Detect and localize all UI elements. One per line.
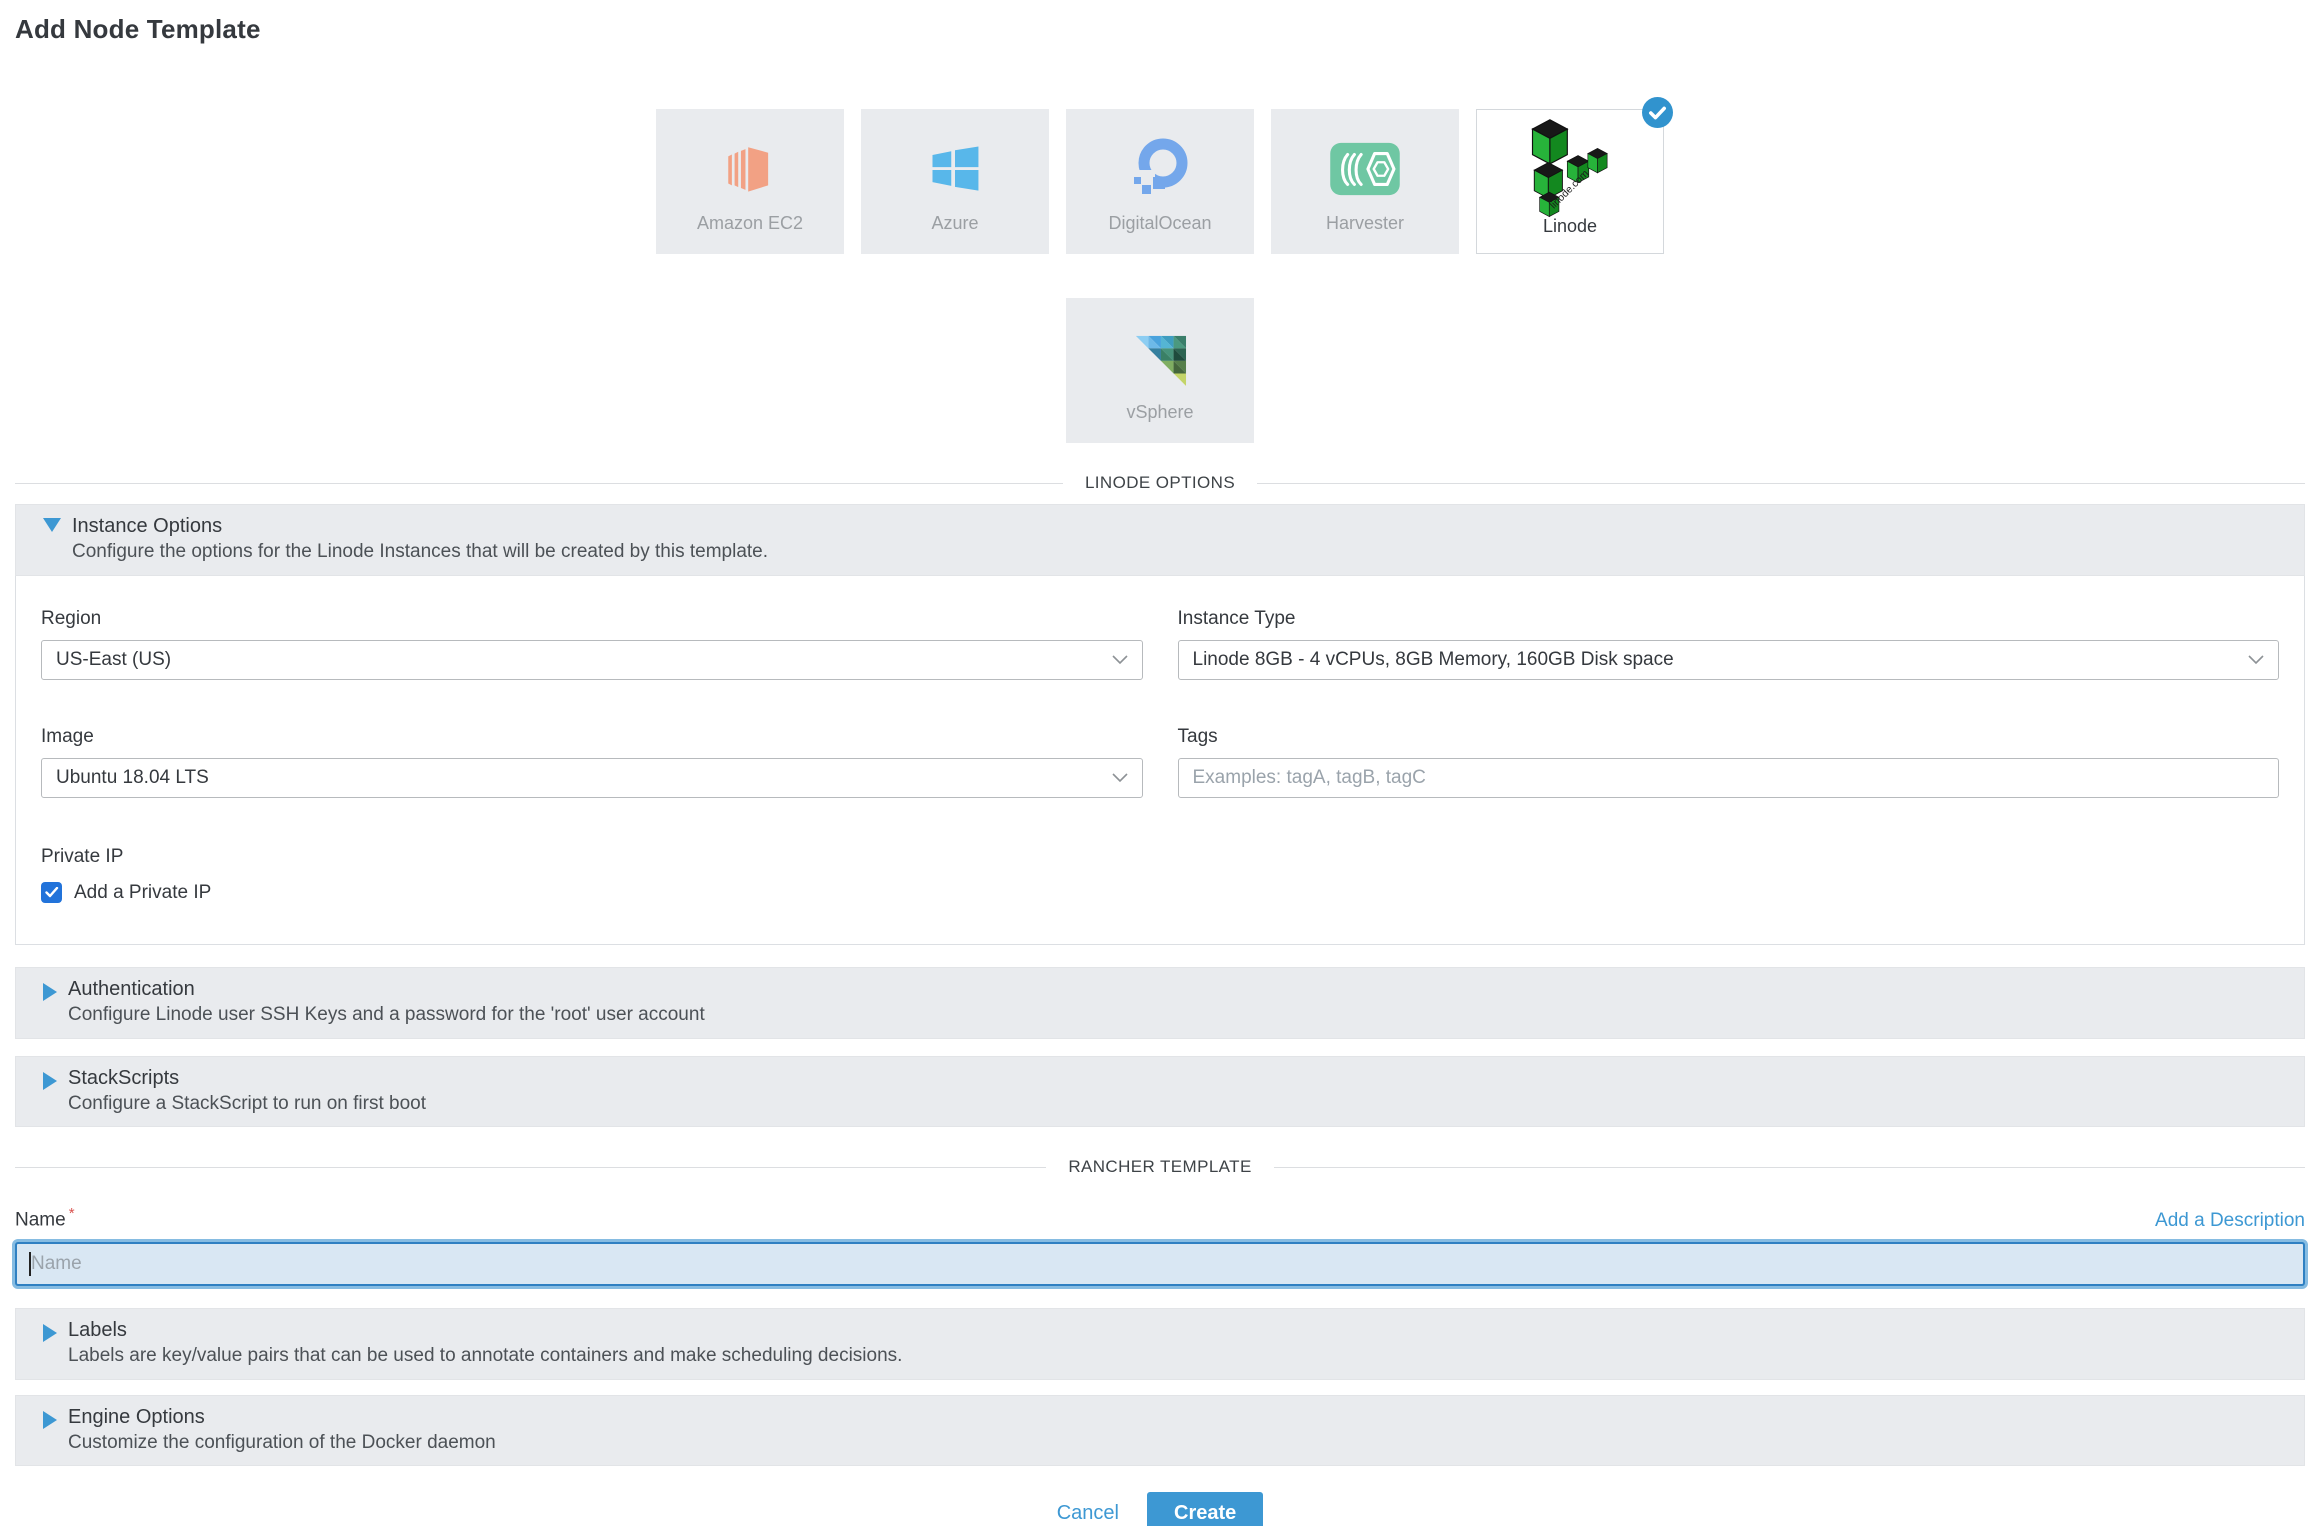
provider-card-label: vSphere	[1126, 402, 1193, 423]
name-input[interactable]	[15, 1242, 2305, 1286]
text-caret	[29, 1252, 31, 1276]
footer-actions: Cancel Create	[15, 1492, 2305, 1526]
image-value: Ubuntu 18.04 LTS	[56, 767, 209, 789]
section-title: StackScripts	[68, 1066, 426, 1090]
private-ip-checkbox-row[interactable]: Add a Private IP	[41, 882, 2279, 904]
private-ip-field: Private IP Add a Private IP	[41, 846, 2279, 904]
section-title: Engine Options	[68, 1405, 496, 1429]
selected-check-icon	[1642, 97, 1673, 128]
instance-type-select[interactable]: Linode 8GB - 4 vCPUs, 8GB Memory, 160GB …	[1178, 640, 2280, 680]
stackscripts-header[interactable]: StackScripts Configure a StackScript to …	[15, 1056, 2305, 1128]
linode-icon: linode.com	[1524, 120, 1616, 216]
name-input-wrap	[15, 1242, 2305, 1286]
provider-card-label: Linode	[1543, 216, 1597, 237]
section-subtitle: Customize the configuration of the Docke…	[68, 1432, 496, 1455]
provider-row-2: vSphere	[15, 298, 2305, 443]
create-button[interactable]: Create	[1147, 1492, 1263, 1526]
divider-line	[1274, 1167, 2305, 1168]
tags-field: Tags	[1178, 726, 2280, 798]
provider-card-amazon-ec2[interactable]: Amazon EC2	[656, 109, 844, 254]
rancher-template-divider: RANCHER TEMPLATE	[15, 1157, 2305, 1177]
check-icon	[45, 887, 59, 898]
section-subtitle: Configure the options for the Linode Ins…	[72, 541, 768, 564]
region-value: US-East (US)	[56, 649, 171, 671]
chevron-down-icon	[2248, 655, 2264, 665]
section-subtitle: Configure a StackScript to run on first …	[68, 1093, 426, 1116]
divider-line	[15, 483, 1063, 484]
linode-options-divider: LINODE OPTIONS	[15, 473, 2305, 493]
provider-card-label: Harvester	[1326, 213, 1404, 234]
add-description-link[interactable]: Add a Description	[2155, 1210, 2305, 1232]
instance-options-header[interactable]: Instance Options Configure the options f…	[15, 504, 2305, 576]
engine-options-header[interactable]: Engine Options Customize the configurati…	[15, 1395, 2305, 1467]
private-ip-checkbox[interactable]	[41, 882, 62, 903]
digitalocean-icon	[1128, 133, 1192, 205]
instance-options-content: Region US-East (US) Instance Type Linode…	[15, 576, 2305, 945]
section-title: Authentication	[68, 977, 705, 1001]
provider-picker: Amazon EC2 Azure	[15, 109, 2305, 443]
provider-row-1: Amazon EC2 Azure	[15, 109, 2305, 254]
image-select[interactable]: Ubuntu 18.04 LTS	[41, 758, 1143, 798]
chevron-right-icon	[43, 1411, 57, 1429]
divider-line	[15, 1167, 1046, 1168]
azure-icon	[925, 133, 985, 205]
provider-card-label: Azure	[931, 213, 978, 234]
tags-label: Tags	[1178, 726, 2280, 748]
region-field: Region US-East (US)	[41, 608, 1143, 680]
provider-card-linode[interactable]: linode.com Linode	[1476, 109, 1664, 254]
provider-card-label: Amazon EC2	[697, 213, 803, 234]
chevron-down-icon	[1112, 773, 1128, 783]
page-title: Add Node Template	[15, 14, 2305, 45]
chevron-down-icon	[1112, 655, 1128, 665]
image-label: Image	[41, 726, 1143, 748]
section-instance-options: Instance Options Configure the options f…	[15, 504, 2305, 945]
labels-header[interactable]: Labels Labels are key/value pairs that c…	[15, 1308, 2305, 1380]
instance-type-label: Instance Type	[1178, 608, 2280, 630]
provider-card-azure[interactable]: Azure	[861, 109, 1049, 254]
divider-label: LINODE OPTIONS	[1085, 473, 1235, 493]
amazon-ec2-icon	[721, 133, 779, 205]
chevron-right-icon	[43, 983, 57, 1001]
chevron-down-icon	[43, 518, 61, 532]
provider-card-harvester[interactable]: Harvester	[1271, 109, 1459, 254]
authentication-header[interactable]: Authentication Configure Linode user SSH…	[15, 967, 2305, 1039]
instance-type-value: Linode 8GB - 4 vCPUs, 8GB Memory, 160GB …	[1193, 649, 1674, 671]
region-select[interactable]: US-East (US)	[41, 640, 1143, 680]
provider-card-label: DigitalOcean	[1108, 213, 1211, 234]
private-ip-label: Private IP	[41, 846, 2279, 868]
provider-card-vsphere[interactable]: vSphere	[1066, 298, 1254, 443]
section-subtitle: Labels are key/value pairs that can be u…	[68, 1345, 902, 1368]
harvester-icon	[1328, 133, 1402, 205]
add-node-template-page: Add Node Template Amazon EC2	[0, 0, 2320, 1526]
region-label: Region	[41, 608, 1143, 630]
cancel-button[interactable]: Cancel	[1057, 1502, 1119, 1525]
private-ip-checkbox-label: Add a Private IP	[74, 882, 211, 904]
divider-label: RANCHER TEMPLATE	[1068, 1157, 1251, 1177]
vsphere-icon	[1129, 322, 1191, 394]
chevron-right-icon	[43, 1324, 57, 1342]
name-row: Name* Add a Description	[15, 1205, 2305, 1231]
image-field: Image Ubuntu 18.04 LTS	[41, 726, 1143, 798]
provider-card-digitalocean[interactable]: DigitalOcean	[1066, 109, 1254, 254]
chevron-right-icon	[43, 1072, 57, 1090]
tags-input[interactable]	[1178, 758, 2280, 798]
name-label: Name	[15, 1210, 66, 1231]
required-marker: *	[69, 1205, 75, 1222]
instance-type-field: Instance Type Linode 8GB - 4 vCPUs, 8GB …	[1178, 608, 2280, 680]
section-subtitle: Configure Linode user SSH Keys and a pas…	[68, 1004, 705, 1027]
divider-line	[1257, 483, 2305, 484]
section-title: Labels	[68, 1318, 902, 1342]
section-title: Instance Options	[72, 514, 768, 538]
